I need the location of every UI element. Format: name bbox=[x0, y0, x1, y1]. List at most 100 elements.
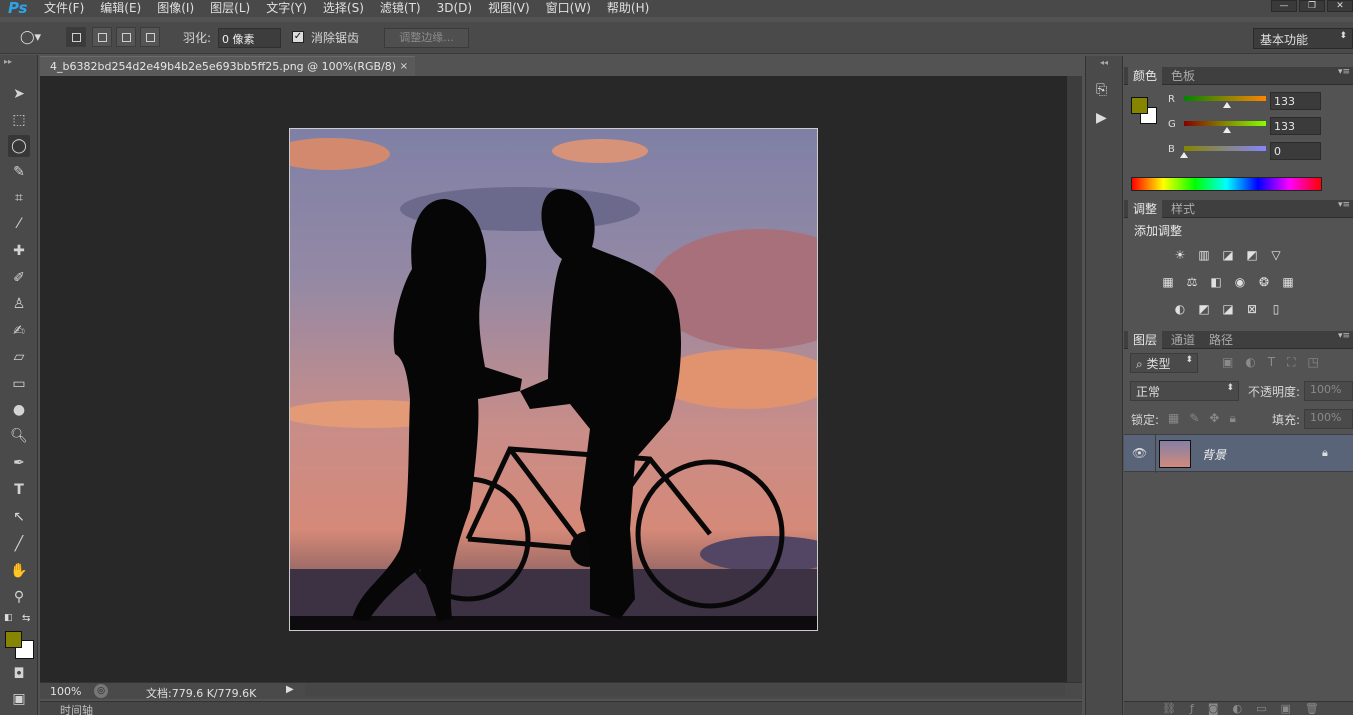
threshold-icon[interactable]: ◪ bbox=[1220, 302, 1236, 316]
eye-icon[interactable]: 👁︎ bbox=[1132, 446, 1147, 460]
levels-icon[interactable]: ▥ bbox=[1196, 248, 1212, 262]
marquee-tool-icon[interactable]: ⬚ bbox=[8, 109, 30, 131]
crop-tool-icon[interactable]: ⌗ bbox=[8, 187, 30, 209]
menu-item[interactable]: 编辑(E) bbox=[92, 0, 149, 17]
tab-color[interactable]: 颜色 bbox=[1128, 67, 1163, 85]
channel-slider-thumb[interactable] bbox=[1180, 152, 1188, 158]
horizontal-scrollbar[interactable] bbox=[305, 684, 1065, 696]
new-selection-button[interactable] bbox=[66, 27, 86, 47]
vibrance-icon[interactable]: ▽ bbox=[1268, 248, 1284, 262]
collapse-icon[interactable]: ▸▸ bbox=[4, 57, 12, 66]
channel-slider-thumb[interactable] bbox=[1222, 102, 1231, 108]
add-to-selection-button[interactable] bbox=[92, 27, 112, 47]
tab-styles[interactable]: 样式 bbox=[1166, 200, 1200, 218]
document-tab[interactable]: 4_b6382bd254d2e49b4b2e5e693bb5ff25.png @… bbox=[40, 56, 415, 76]
black-white-icon[interactable]: ◧ bbox=[1208, 275, 1224, 289]
lasso-tool-icon[interactable]: ◯ bbox=[8, 135, 30, 157]
restore-button[interactable]: ❐ bbox=[1299, 0, 1325, 12]
menu-item[interactable]: 视图(V) bbox=[480, 0, 538, 17]
color-panel-fg-swatch[interactable] bbox=[1131, 97, 1148, 114]
gradient-map-icon[interactable]: ▯ bbox=[1268, 302, 1284, 316]
healing-brush-tool-icon[interactable]: ✚ bbox=[8, 240, 30, 262]
menu-item[interactable]: 文字(Y) bbox=[258, 0, 315, 17]
color-balance-icon[interactable]: ⚖ bbox=[1184, 275, 1200, 289]
move-tool-icon[interactable]: ➤ bbox=[8, 83, 30, 105]
posterize-icon[interactable]: ◩ bbox=[1196, 302, 1212, 316]
blend-mode-select[interactable]: 正常 ⬍ bbox=[1130, 381, 1239, 401]
screen-mode-icon[interactable]: ▣ bbox=[8, 688, 30, 710]
document-image[interactable] bbox=[289, 128, 818, 631]
menu-item[interactable]: 图层(L) bbox=[202, 0, 258, 17]
menu-item[interactable]: 帮助(H) bbox=[599, 0, 657, 17]
channel-mixer-icon[interactable]: ❂ bbox=[1256, 275, 1272, 289]
layer-filter-icons[interactable]: ▣◐T⛶◳ bbox=[1222, 355, 1331, 370]
zoom-tool-icon[interactable]: ⚲ bbox=[8, 586, 30, 608]
close-tab-icon[interactable]: × bbox=[400, 57, 408, 76]
history-brush-tool-icon[interactable]: ✍ bbox=[8, 320, 30, 342]
subtract-from-selection-button[interactable] bbox=[116, 27, 136, 47]
layer-actions-icons[interactable]: ⛓ƒ◙◐▭▣🗑︎ bbox=[1162, 702, 1333, 715]
brightness-icon[interactable]: ☀ bbox=[1172, 248, 1188, 262]
layer-name[interactable]: 背景 bbox=[1202, 446, 1226, 463]
color-lookup-icon[interactable]: ▦ bbox=[1280, 275, 1296, 289]
channel-value-input[interactable]: 0 bbox=[1270, 142, 1321, 160]
menu-item[interactable]: 窗口(W) bbox=[538, 0, 599, 17]
clone-stamp-tool-icon[interactable]: ♙ bbox=[8, 293, 30, 315]
tab-layers[interactable]: 图层 bbox=[1128, 331, 1163, 349]
zoom-level[interactable]: 100% bbox=[50, 685, 81, 698]
exposure-icon[interactable]: ◩ bbox=[1244, 248, 1260, 262]
panel-menu-icon[interactable]: ▾≡ bbox=[1338, 200, 1350, 210]
quick-mask-icon[interactable]: ◘ bbox=[8, 663, 30, 685]
menu-item[interactable]: 图像(I) bbox=[149, 0, 202, 17]
path-selection-tool-icon[interactable]: ↖ bbox=[8, 506, 30, 528]
tab-adjustments[interactable]: 调整 bbox=[1128, 200, 1163, 218]
layer-row[interactable]: 👁︎ 背景 🔒︎ bbox=[1124, 434, 1353, 473]
line-tool-icon[interactable]: ╱ bbox=[8, 533, 30, 555]
default-colors-icon[interactable]: ◧ bbox=[4, 613, 13, 623]
blur-tool-icon[interactable]: ● bbox=[8, 399, 30, 421]
opacity-input[interactable]: 100% bbox=[1304, 381, 1353, 401]
tab-paths[interactable]: 路径 bbox=[1204, 331, 1238, 349]
layer-filter-select[interactable]: ⌕ 类型 ⬍ bbox=[1130, 353, 1198, 373]
dodge-tool-icon[interactable]: 🔍︎ bbox=[8, 425, 30, 447]
type-tool-icon[interactable]: T bbox=[8, 479, 30, 501]
channel-value-input[interactable]: 133 bbox=[1270, 117, 1321, 135]
photo-filter-icon[interactable]: ◉ bbox=[1232, 275, 1248, 289]
history-icon[interactable]: ⎘ bbox=[1096, 82, 1107, 98]
lock-icons[interactable]: ▦✎✥🔒︎ bbox=[1168, 411, 1246, 426]
status-info-icon[interactable]: ◎ bbox=[94, 684, 108, 698]
layer-thumbnail[interactable] bbox=[1159, 440, 1191, 468]
channel-slider[interactable] bbox=[1184, 121, 1266, 126]
channel-slider[interactable] bbox=[1184, 146, 1266, 151]
pen-tool-icon[interactable]: ✒ bbox=[8, 452, 30, 474]
panel-menu-icon[interactable]: ▾≡ bbox=[1338, 67, 1350, 77]
curves-icon[interactable]: ◪ bbox=[1220, 248, 1236, 262]
gradient-tool-icon[interactable]: ▭ bbox=[8, 373, 30, 395]
quick-selection-tool-icon[interactable]: ✎ bbox=[8, 161, 30, 183]
workspace-select[interactable]: 基本功能 ⬍ bbox=[1253, 28, 1353, 49]
vertical-scrollbar[interactable] bbox=[1067, 76, 1082, 682]
menu-item[interactable]: 文件(F) bbox=[36, 0, 92, 17]
minimize-button[interactable]: — bbox=[1271, 0, 1297, 12]
hue-saturation-icon[interactable]: ▦ bbox=[1160, 275, 1176, 289]
expand-panels-icon[interactable]: ◂◂ bbox=[1100, 58, 1108, 67]
channel-slider[interactable] bbox=[1184, 96, 1266, 101]
selective-color-icon[interactable]: ⊠ bbox=[1244, 302, 1260, 316]
intersect-selection-button[interactable] bbox=[140, 27, 160, 47]
refine-edge-button[interactable]: 调整边缘... bbox=[384, 28, 469, 48]
lasso-tool-preset-icon[interactable]: ◯▾ bbox=[20, 30, 41, 45]
menu-item[interactable]: 3D(D) bbox=[429, 0, 480, 17]
timeline-bar[interactable]: 时间轴 bbox=[40, 701, 1082, 715]
tab-swatches[interactable]: 色板 bbox=[1166, 67, 1200, 85]
color-spectrum[interactable] bbox=[1131, 177, 1322, 191]
hand-tool-icon[interactable]: ✋ bbox=[8, 560, 30, 582]
tab-channels[interactable]: 通道 bbox=[1166, 331, 1200, 349]
channel-slider-thumb[interactable] bbox=[1222, 127, 1231, 133]
actions-play-icon[interactable]: ▶ bbox=[1096, 110, 1107, 126]
status-arrow-icon[interactable]: ▶ bbox=[286, 684, 294, 695]
eyedropper-tool-icon[interactable]: ⁄ bbox=[8, 213, 30, 235]
feather-input[interactable]: 0 像素 bbox=[218, 28, 281, 48]
swap-colors-icon[interactable]: ⇆ bbox=[22, 613, 30, 624]
brush-tool-icon[interactable]: ✐ bbox=[8, 267, 30, 289]
invert-icon[interactable]: ◐ bbox=[1172, 302, 1188, 316]
